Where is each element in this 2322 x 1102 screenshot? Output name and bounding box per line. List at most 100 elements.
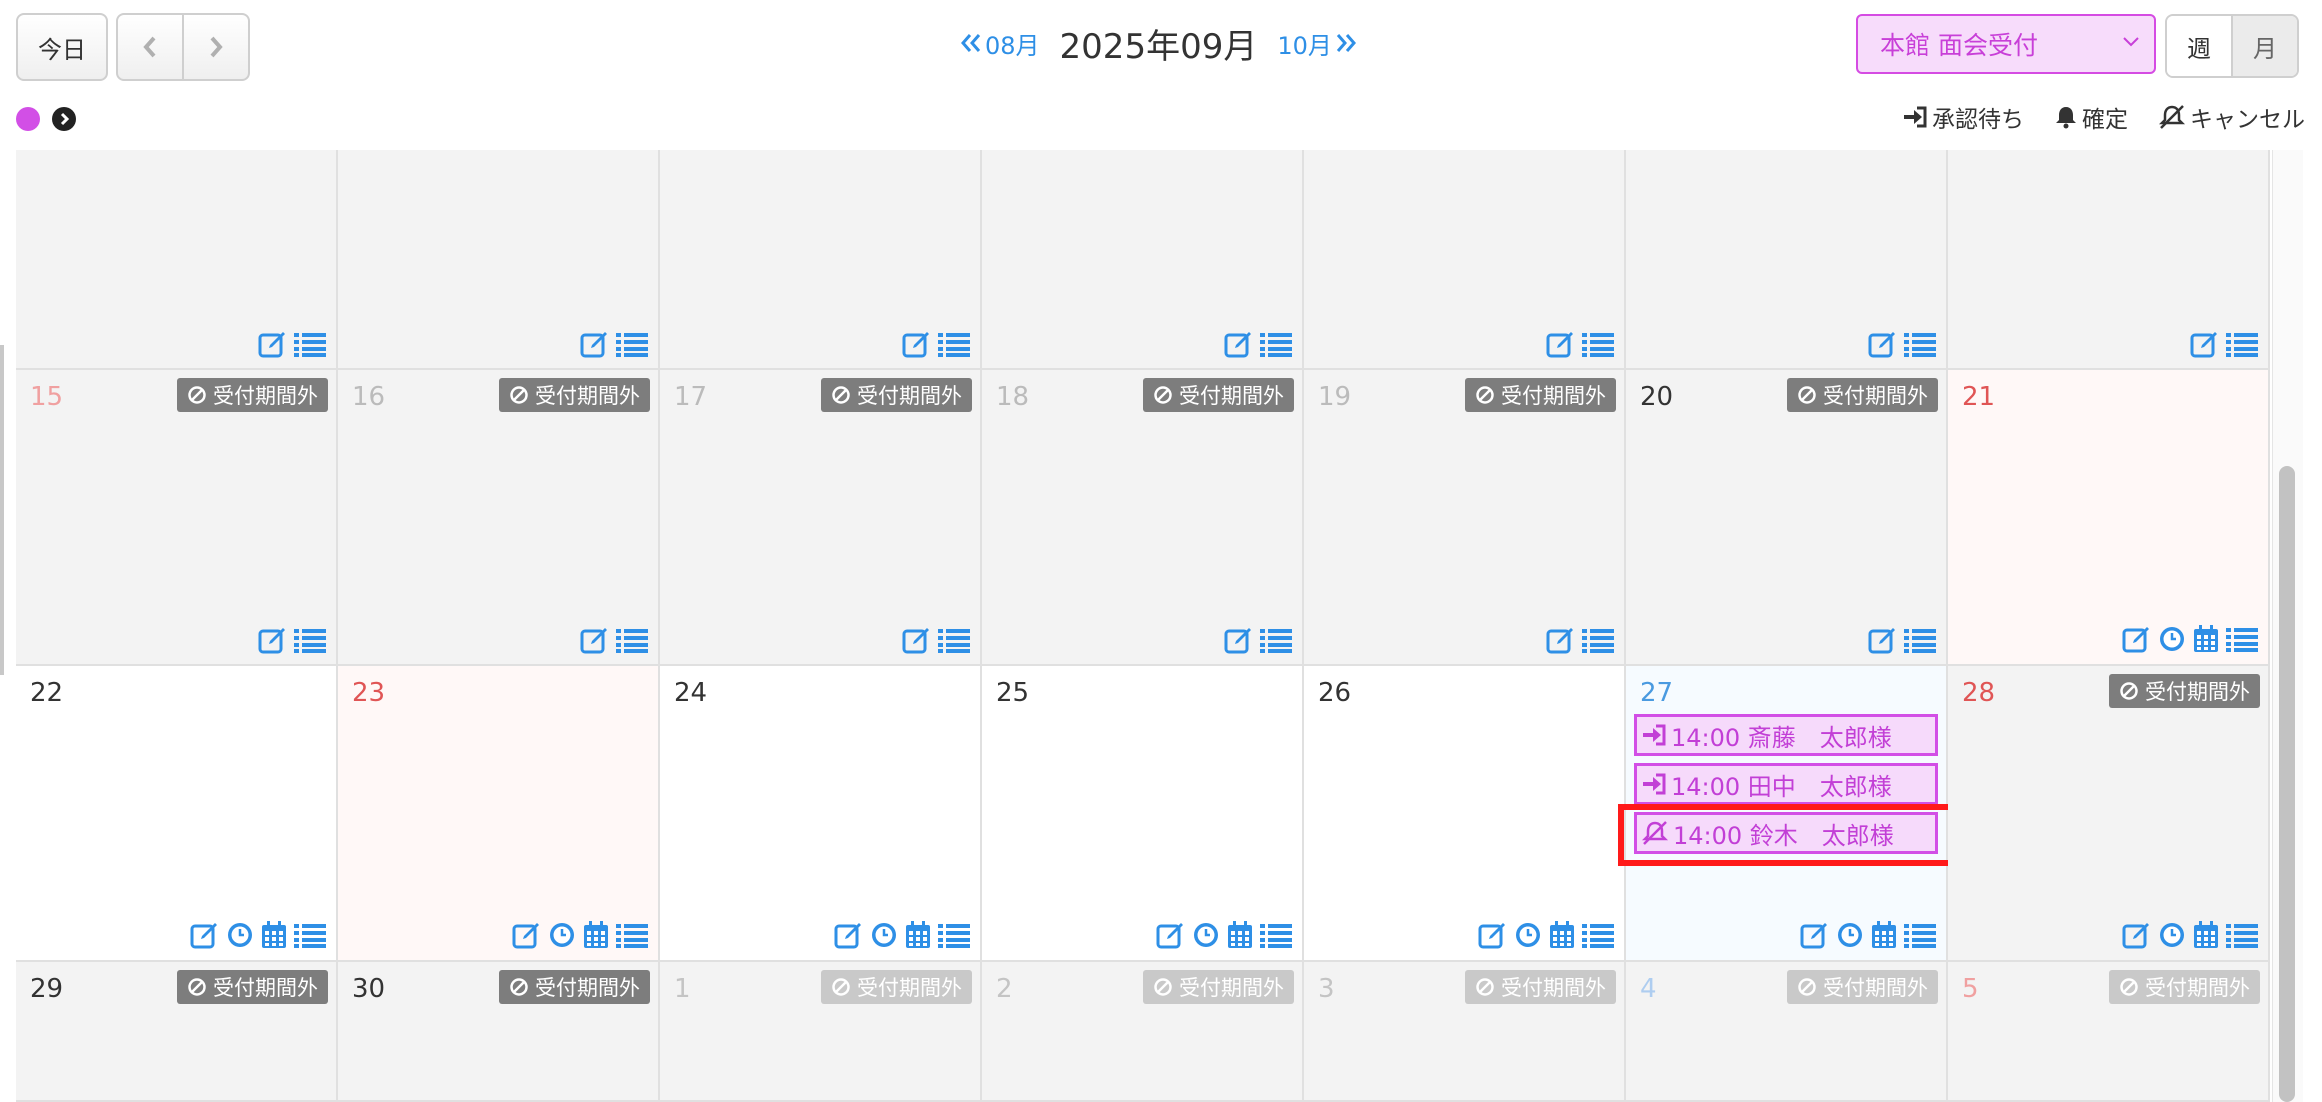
edit-icon[interactable]: [1224, 330, 1254, 358]
week-view-button[interactable]: 週: [2167, 16, 2231, 76]
calendar-day-cell[interactable]: 3 受付期間外: [1304, 962, 1626, 1102]
calendar-day-cell[interactable]: 17 受付期間外: [660, 370, 982, 666]
list-icon[interactable]: [938, 331, 970, 357]
calendar-day-cell[interactable]: 1 受付期間外: [660, 962, 982, 1102]
next-month-link[interactable]: 10月: [1277, 26, 1357, 61]
list-icon[interactable]: [294, 922, 326, 948]
edit-icon[interactable]: [258, 330, 288, 358]
calendar-icon[interactable]: [1226, 920, 1254, 950]
clock-icon[interactable]: [1192, 921, 1220, 949]
calendar-day-cell[interactable]: 5 受付期間外: [1948, 962, 2270, 1102]
list-icon[interactable]: [2226, 922, 2258, 948]
list-icon[interactable]: [1260, 627, 1292, 653]
calendar-icon[interactable]: [582, 920, 610, 950]
clock-icon[interactable]: [548, 921, 576, 949]
calendar-day-cell[interactable]: 16 受付期間外: [338, 370, 660, 666]
edit-icon[interactable]: [2190, 330, 2220, 358]
expand-arrow-icon[interactable]: [52, 107, 76, 131]
list-icon[interactable]: [2226, 626, 2258, 652]
edit-icon[interactable]: [258, 626, 288, 654]
prev-month-link[interactable]: 08月: [960, 26, 1040, 61]
edit-icon[interactable]: [1868, 330, 1898, 358]
clock-icon[interactable]: [226, 921, 254, 949]
edit-icon[interactable]: [1156, 921, 1186, 949]
calendar-day-cell[interactable]: [338, 150, 660, 370]
edit-icon[interactable]: [1546, 626, 1576, 654]
calendar-day-cell[interactable]: 20 受付期間外: [1626, 370, 1948, 666]
list-icon[interactable]: [938, 627, 970, 653]
list-icon[interactable]: [294, 331, 326, 357]
calendar-day-cell[interactable]: 18 受付期間外: [982, 370, 1304, 666]
list-icon[interactable]: [1260, 331, 1292, 357]
calendar-icon[interactable]: [1548, 920, 1576, 950]
edit-icon[interactable]: [902, 626, 932, 654]
calendar-day-cell[interactable]: 4 受付期間外: [1626, 962, 1948, 1102]
calendar-day-cell[interactable]: 26: [1304, 666, 1626, 962]
calendar-day-cell[interactable]: 30 受付期間外: [338, 962, 660, 1102]
calendar-day-cell[interactable]: [660, 150, 982, 370]
next-week-button[interactable]: [182, 15, 248, 79]
calendar-day-cell[interactable]: 25: [982, 666, 1304, 962]
calendar-day-cell[interactable]: 2 受付期間外: [982, 962, 1304, 1102]
edit-icon[interactable]: [1868, 626, 1898, 654]
edit-icon[interactable]: [190, 921, 220, 949]
clock-icon[interactable]: [870, 921, 898, 949]
calendar-day-cell[interactable]: [1304, 150, 1626, 370]
clock-icon[interactable]: [1836, 921, 1864, 949]
calendar-day-cell[interactable]: 29 受付期間外: [16, 962, 338, 1102]
prev-week-button[interactable]: [118, 15, 182, 79]
calendar-day-cell[interactable]: [982, 150, 1304, 370]
list-icon[interactable]: [616, 627, 648, 653]
list-icon[interactable]: [1260, 922, 1292, 948]
calendar-day-cell[interactable]: 24: [660, 666, 982, 962]
edit-icon[interactable]: [1478, 921, 1508, 949]
edit-icon[interactable]: [902, 330, 932, 358]
legend-pending-label: 承認待ち: [1932, 107, 2024, 133]
calendar-day-cell[interactable]: 19 受付期間外: [1304, 370, 1626, 666]
calendar-day-cell[interactable]: [1948, 150, 2270, 370]
edit-icon[interactable]: [834, 921, 864, 949]
list-icon[interactable]: [1904, 627, 1936, 653]
edit-icon[interactable]: [2122, 625, 2152, 653]
clock-icon[interactable]: [1514, 921, 1542, 949]
list-icon[interactable]: [1582, 922, 1614, 948]
month-view-button[interactable]: 月: [2231, 16, 2297, 76]
edit-icon[interactable]: [512, 921, 542, 949]
edit-icon[interactable]: [1546, 330, 1576, 358]
appointment-event[interactable]: 14:00 田中 太郎様: [1634, 763, 1938, 805]
calendar-day-cell[interactable]: 23: [338, 666, 660, 962]
list-icon[interactable]: [1582, 627, 1614, 653]
appointment-event[interactable]: 14:00 斎藤 太郎様: [1634, 714, 1938, 756]
calendar-scrollbar-thumb[interactable]: [2279, 466, 2295, 1102]
today-button[interactable]: 今日: [16, 13, 108, 81]
calendar-icon[interactable]: [260, 920, 288, 950]
calendar-icon[interactable]: [2192, 624, 2220, 654]
list-icon[interactable]: [294, 627, 326, 653]
edit-icon[interactable]: [2122, 921, 2152, 949]
edit-icon[interactable]: [580, 626, 610, 654]
calendar-day-cell[interactable]: 21: [1948, 370, 2270, 666]
calendar-day-cell[interactable]: 15 受付期間外: [16, 370, 338, 666]
list-icon[interactable]: [1904, 331, 1936, 357]
calendar-day-cell[interactable]: 22: [16, 666, 338, 962]
list-icon[interactable]: [2226, 331, 2258, 357]
clock-icon[interactable]: [2158, 625, 2186, 653]
list-icon[interactable]: [938, 922, 970, 948]
calendar-icon[interactable]: [904, 920, 932, 950]
calendar-day-cell[interactable]: 27 14:00 斎藤 太郎様 14:00 田中 太郎様 14:00 鈴木 太郎様: [1618, 666, 1956, 962]
venue-select[interactable]: 本館 面会受付: [1856, 14, 2156, 74]
calendar-icon[interactable]: [2192, 920, 2220, 950]
edit-icon[interactable]: [1224, 626, 1254, 654]
clock-icon[interactable]: [2158, 921, 2186, 949]
calendar-day-cell[interactable]: 28 受付期間外: [1948, 666, 2270, 962]
calendar-icon[interactable]: [1870, 920, 1898, 950]
list-icon[interactable]: [1582, 331, 1614, 357]
list-icon[interactable]: [1904, 922, 1936, 948]
edit-icon[interactable]: [1800, 921, 1830, 949]
list-icon[interactable]: [616, 922, 648, 948]
edit-icon[interactable]: [580, 330, 610, 358]
calendar-day-cell[interactable]: [16, 150, 338, 370]
status-legend: 承認待ち 確定 キャンセル: [1872, 100, 2305, 134]
list-icon[interactable]: [616, 331, 648, 357]
calendar-day-cell[interactable]: [1626, 150, 1948, 370]
